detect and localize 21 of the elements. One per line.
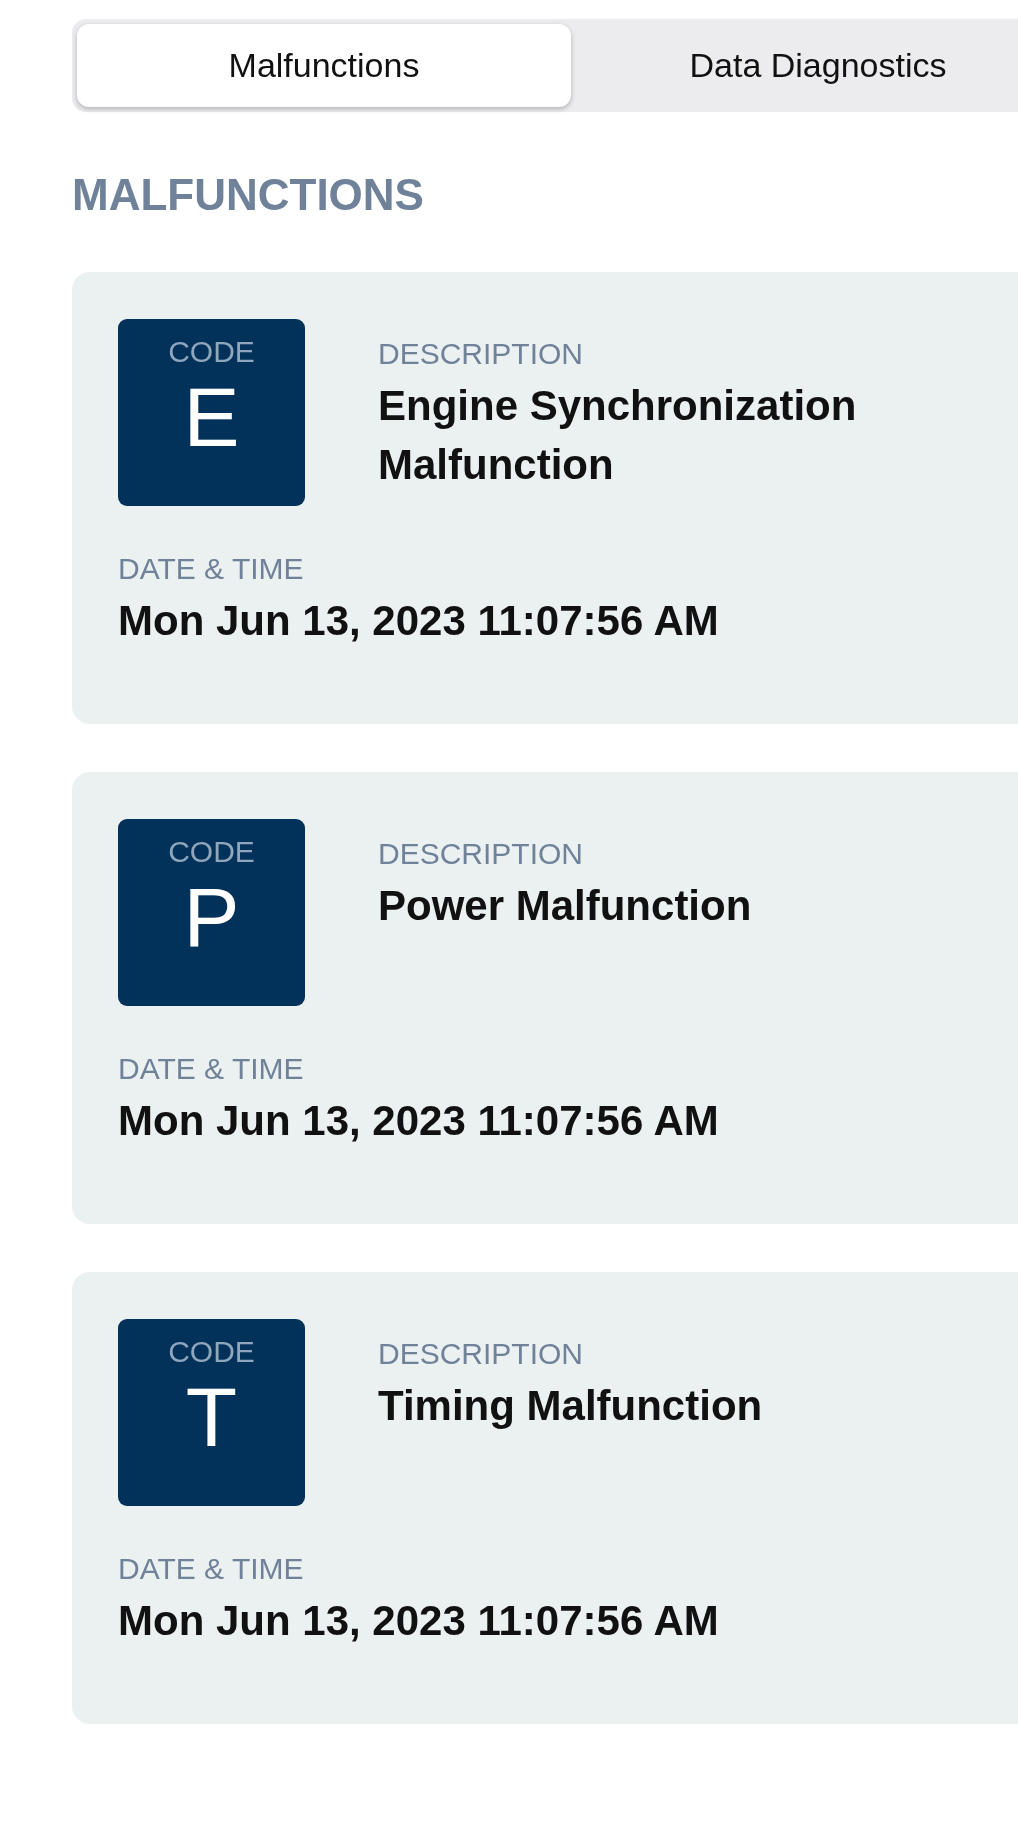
description-label: DESCRIPTION	[378, 337, 584, 371]
tab[interactable]: Data Diagnostics	[571, 24, 1018, 107]
section-heading: MALFUNCTIONS	[72, 170, 425, 220]
code-letter: E	[183, 371, 240, 464]
description-text: Engine Synchronization Malfunction	[378, 381, 858, 490]
date-time-label: DATE & TIME	[118, 552, 304, 586]
code-label: CODE	[168, 335, 255, 369]
date-time-value: Mon Jun 13, 2023 11:07:56 AM	[118, 1096, 719, 1146]
description-label: DESCRIPTION	[378, 837, 584, 871]
date-time-label: DATE & TIME	[118, 1552, 304, 1586]
code-letter: P	[183, 871, 240, 964]
tab[interactable]: Malfunctions	[77, 24, 571, 107]
date-time-label: DATE & TIME	[118, 1052, 304, 1086]
description-text: Power Malfunction	[378, 881, 752, 931]
date-time-value: Mon Jun 13, 2023 11:07:56 AM	[118, 1596, 719, 1646]
date-time-value: Mon Jun 13, 2023 11:07:56 AM	[118, 596, 719, 646]
code-label: CODE	[168, 835, 255, 869]
code-letter: T	[185, 1371, 238, 1464]
code-label: CODE	[168, 1335, 255, 1369]
description-text: Timing Malfunction	[378, 1381, 763, 1431]
description-label: DESCRIPTION	[378, 1337, 584, 1371]
